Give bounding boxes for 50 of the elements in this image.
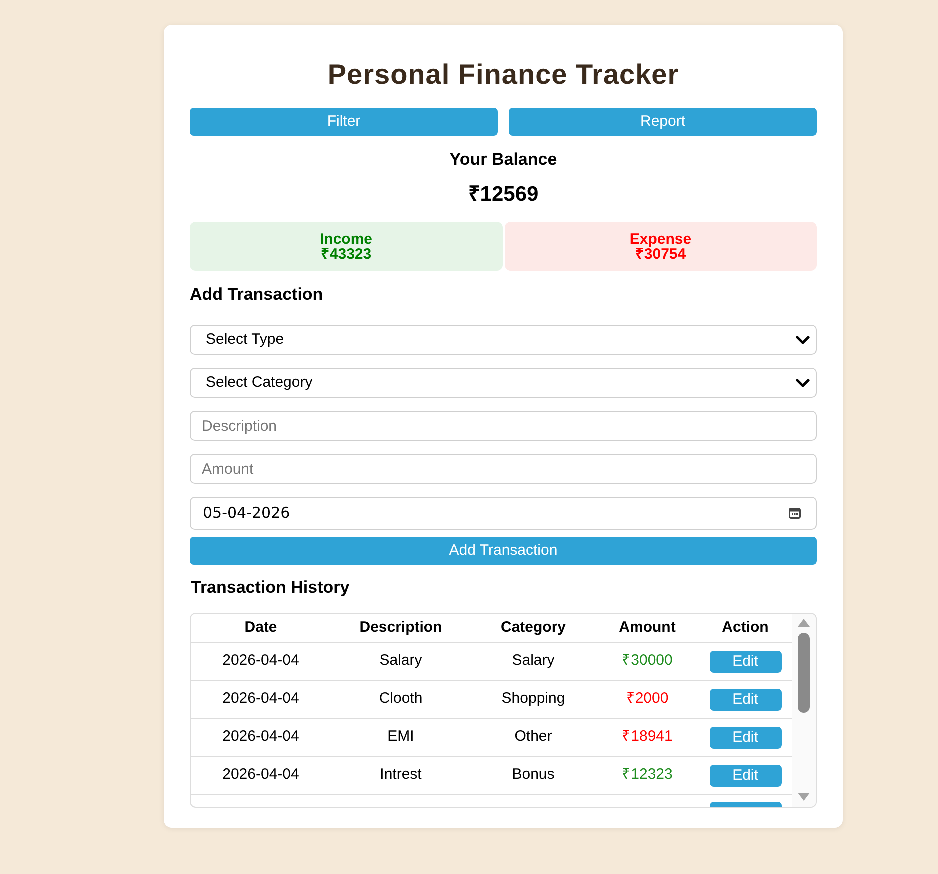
edit-button[interactable]: Edit xyxy=(710,726,782,748)
amount-cell-text: ₹30000 xyxy=(622,651,673,672)
column-header: Category xyxy=(500,618,568,638)
add-transaction-button[interactable]: Add Transaction xyxy=(190,537,817,565)
category-cell-text: Salary xyxy=(511,651,556,672)
summary-amount: ₹30754 xyxy=(635,246,686,262)
date-cell-text: 2026-04-04 xyxy=(222,765,300,786)
scrollbar-thumb[interactable] xyxy=(798,633,810,713)
edit-button[interactable]: Edit xyxy=(710,688,782,710)
scrollbar[interactable] xyxy=(792,614,816,807)
date-cell-text: 2026-04-04 xyxy=(222,689,300,710)
toolbar-button[interactable]: Filter xyxy=(190,108,498,136)
category-cell-text: Bonus xyxy=(511,765,556,786)
toolbar-button[interactable]: Report xyxy=(509,108,817,136)
description-cell-text: Salary xyxy=(378,651,424,672)
scroll-up-icon[interactable] xyxy=(798,619,810,627)
column-header: Date xyxy=(244,618,278,638)
chevron-down-icon xyxy=(796,336,810,344)
column-header: Action xyxy=(721,618,770,638)
section-heading: Add Transaction xyxy=(190,285,324,305)
edit-button[interactable]: Edit xyxy=(710,764,782,786)
amount-cell-text: ₹18941 xyxy=(622,727,673,748)
app-title: Personal Finance Tracker xyxy=(328,59,680,91)
summary-amount: ₹43323 xyxy=(320,246,372,262)
date-cell-text: 2026-04-04 xyxy=(222,727,300,748)
text-field[interactable]: Description xyxy=(190,411,817,441)
date-field[interactable]: 05-04-2026 xyxy=(190,497,817,530)
summary-label: Income xyxy=(320,232,372,246)
description-cell-text: EMI xyxy=(386,727,416,748)
calendar-icon xyxy=(789,508,801,519)
edit-button[interactable]: Edit xyxy=(710,650,782,672)
description-cell-text: Intrest xyxy=(379,765,423,786)
section-heading: Transaction History xyxy=(191,578,350,598)
dropdown-field[interactable]: Select Type xyxy=(190,325,817,355)
category-cell-text: Shopping xyxy=(500,689,566,710)
balance-label: Your Balance xyxy=(450,150,558,170)
category-cell-text: Other xyxy=(514,727,554,748)
scroll-down-icon[interactable] xyxy=(798,793,810,801)
summary-label: Expense xyxy=(630,232,692,246)
dropdown-field[interactable]: Select Category xyxy=(190,368,817,398)
date-cell-text: 2026-04-04 xyxy=(222,651,300,672)
text-field[interactable]: Amount xyxy=(190,454,817,484)
amount-cell-text: ₹2000 xyxy=(626,689,669,710)
column-header: Amount xyxy=(618,618,677,638)
edit-button[interactable] xyxy=(710,802,782,807)
chevron-down-icon xyxy=(796,378,810,388)
column-header: Description xyxy=(358,618,444,638)
balance-amount: ₹12569 xyxy=(468,183,539,207)
amount-cell-text: ₹12323 xyxy=(622,765,673,786)
description-cell-text: Clooth xyxy=(378,689,424,710)
